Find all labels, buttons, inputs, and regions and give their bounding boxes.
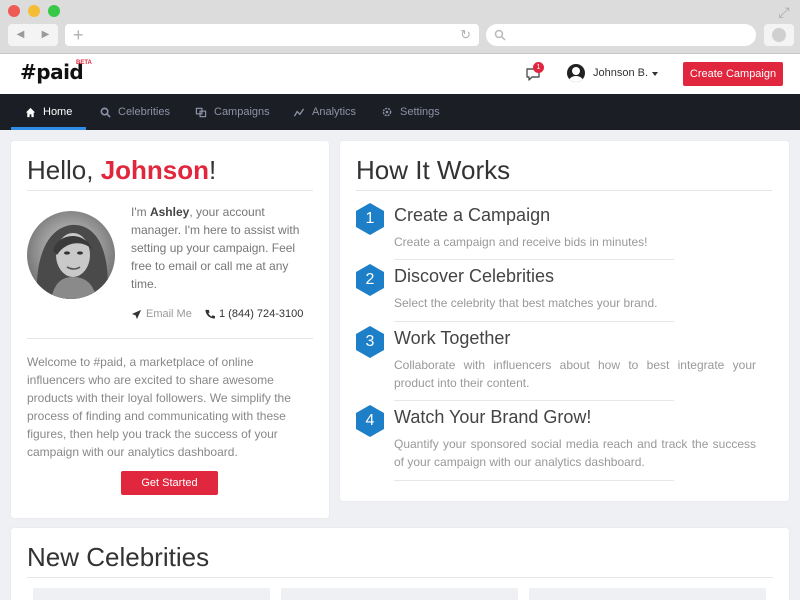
account-manager-avatar: [27, 211, 115, 299]
main-nav: Home Celebrities Campaigns Analytics Set…: [0, 94, 800, 130]
divider: [356, 190, 772, 191]
phone-icon: [205, 309, 215, 319]
nav-item-settings[interactable]: Settings: [381, 94, 440, 130]
step-description: Create a campaign and receive bids in mi…: [394, 235, 648, 249]
history-buttons: ◀ ▶: [8, 24, 58, 46]
how-it-works-title: How It Works: [356, 155, 511, 185]
divider: [27, 190, 313, 191]
home-icon: [25, 107, 36, 118]
minimize-window-button[interactable]: [28, 5, 40, 17]
address-bar[interactable]: + ↻: [65, 24, 479, 46]
browser-chrome: ⤢ ◀ ▶ + ↻: [0, 0, 800, 54]
celebrity-card[interactable]: [33, 588, 270, 600]
divider: [394, 259, 674, 260]
search-icon: [494, 29, 506, 41]
nav-item-celebrities[interactable]: Celebrities: [100, 94, 170, 130]
nav-item-campaigns[interactable]: Campaigns: [195, 94, 270, 130]
nav-item-analytics[interactable]: Analytics: [293, 94, 356, 130]
step-title: Discover Celebrities: [394, 266, 555, 286]
send-icon: [131, 309, 142, 319]
phone-number[interactable]: 1 (844) 724-3100: [205, 308, 303, 320]
back-icon[interactable]: ◀: [8, 24, 33, 46]
divider: [394, 321, 674, 322]
maximize-window-button[interactable]: [48, 5, 60, 17]
browser-menu-button[interactable]: [764, 24, 794, 46]
divider: [27, 338, 313, 339]
gear-icon: [381, 106, 393, 118]
reload-icon[interactable]: ↻: [460, 24, 471, 46]
celebrity-card[interactable]: [529, 588, 766, 600]
close-window-button[interactable]: [8, 5, 20, 17]
email-me-link[interactable]: Email Me: [131, 308, 192, 320]
app-header: #paid BETA: [0, 54, 800, 94]
divider: [394, 480, 674, 481]
account-manager-card: Hello, Johnson! I'm Ashley, your account…: [11, 141, 329, 518]
divider: [394, 400, 674, 401]
notification-badge: 1: [533, 62, 544, 73]
welcome-text: Welcome to #paid, a marketplace of onlin…: [27, 355, 291, 459]
forward-icon[interactable]: ▶: [33, 24, 58, 46]
step-title: Create a Campaign: [394, 205, 551, 225]
campaigns-icon: [195, 107, 207, 118]
new-celebrities-card: New Celebrities: [11, 528, 789, 600]
step-number-badge: 1: [354, 202, 386, 236]
logo[interactable]: #paid BETA: [20, 60, 92, 84]
step-number-badge: 3: [354, 325, 386, 359]
browser-search-input[interactable]: [486, 24, 756, 46]
create-campaign-button[interactable]: Create Campaign: [683, 62, 783, 86]
user-first-name: Johnson: [100, 155, 210, 185]
user-menu[interactable]: Johnson B.: [593, 67, 648, 79]
step-description: Select the celebrity that best matches y…: [394, 296, 658, 310]
new-tab-icon[interactable]: +: [73, 24, 84, 46]
get-started-button[interactable]: Get Started: [121, 471, 218, 495]
step-description: Quantify your sponsored social media rea…: [394, 437, 756, 469]
celebrity-card[interactable]: [281, 588, 518, 600]
divider: [27, 577, 773, 578]
step-number-badge: 4: [354, 404, 386, 438]
account-manager-intro: I'm Ashley, your account manager. I'm he…: [131, 205, 300, 291]
chevron-down-icon[interactable]: [652, 72, 658, 76]
beta-badge: BETA: [76, 60, 92, 66]
account-manager-name: Ashley: [149, 205, 190, 219]
nav-item-home[interactable]: Home: [10, 94, 87, 130]
step-description: Collaborate with influencers about how t…: [394, 358, 756, 390]
new-celebrities-title: New Celebrities: [27, 542, 210, 572]
user-avatar-icon[interactable]: [567, 64, 585, 82]
step-title: Watch Your Brand Grow!: [394, 407, 592, 427]
analytics-icon: [293, 107, 305, 118]
how-it-works-card: How It Works 1 Create a Campaign Create …: [340, 141, 789, 501]
fullscreen-icon[interactable]: ⤢: [776, 4, 792, 20]
search-icon: [100, 107, 111, 118]
greeting-title: Hello, Johnson!: [27, 155, 217, 185]
step-number-badge: 2: [354, 263, 386, 297]
step-title: Work Together: [394, 328, 511, 348]
